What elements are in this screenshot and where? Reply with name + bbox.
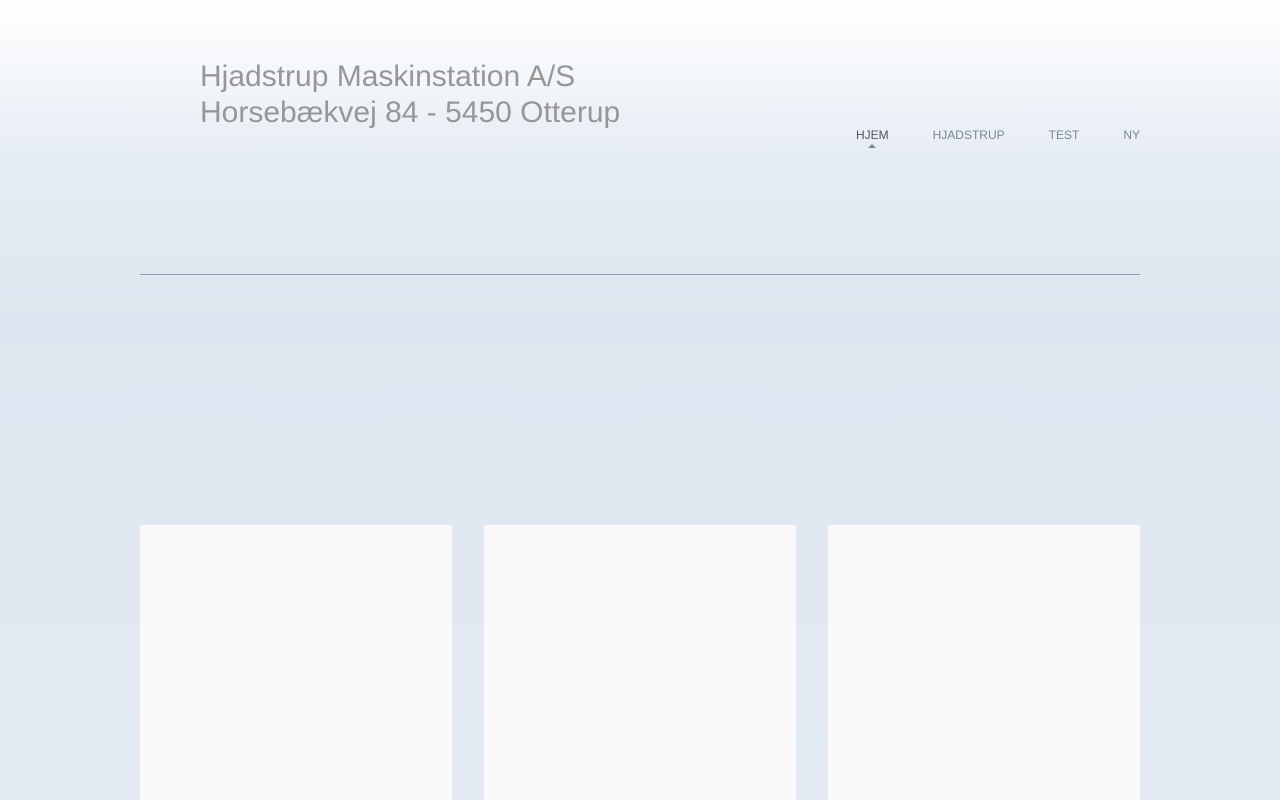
nav-item-label: TEST (1048, 128, 1080, 142)
site-header: Hjadstrup Maskinstation A/S Horsebækvej … (0, 0, 1280, 275)
site-title-line-1[interactable]: Hjadstrup Maskinstation A/S (200, 59, 620, 95)
nav-item-hjem[interactable]: HJEM (855, 128, 889, 148)
nav-item-ny[interactable]: NY (1123, 128, 1140, 142)
nav-item-hjadstrup[interactable]: HJADSTRUP (933, 128, 1005, 142)
active-indicator-icon (868, 144, 877, 148)
nav-item-label: NY (1123, 128, 1140, 142)
nav-item-label: HJADSTRUP (932, 128, 1005, 142)
nav-item-test[interactable]: TEST (1049, 128, 1080, 142)
content-cards (140, 525, 1140, 800)
main-navigation: HJEM HJADSTRUP TEST NY (855, 128, 1140, 148)
content-card-2 (484, 525, 796, 800)
site-title-line-2[interactable]: Horsebækvej 84 - 5450 Otterup (200, 95, 620, 131)
nav-item-label: HJEM (855, 128, 889, 142)
header-divider (140, 274, 1140, 275)
site-title[interactable]: Hjadstrup Maskinstation A/S Horsebækvej … (200, 59, 620, 131)
content-card-1 (140, 525, 452, 800)
content-card-3 (828, 525, 1140, 800)
